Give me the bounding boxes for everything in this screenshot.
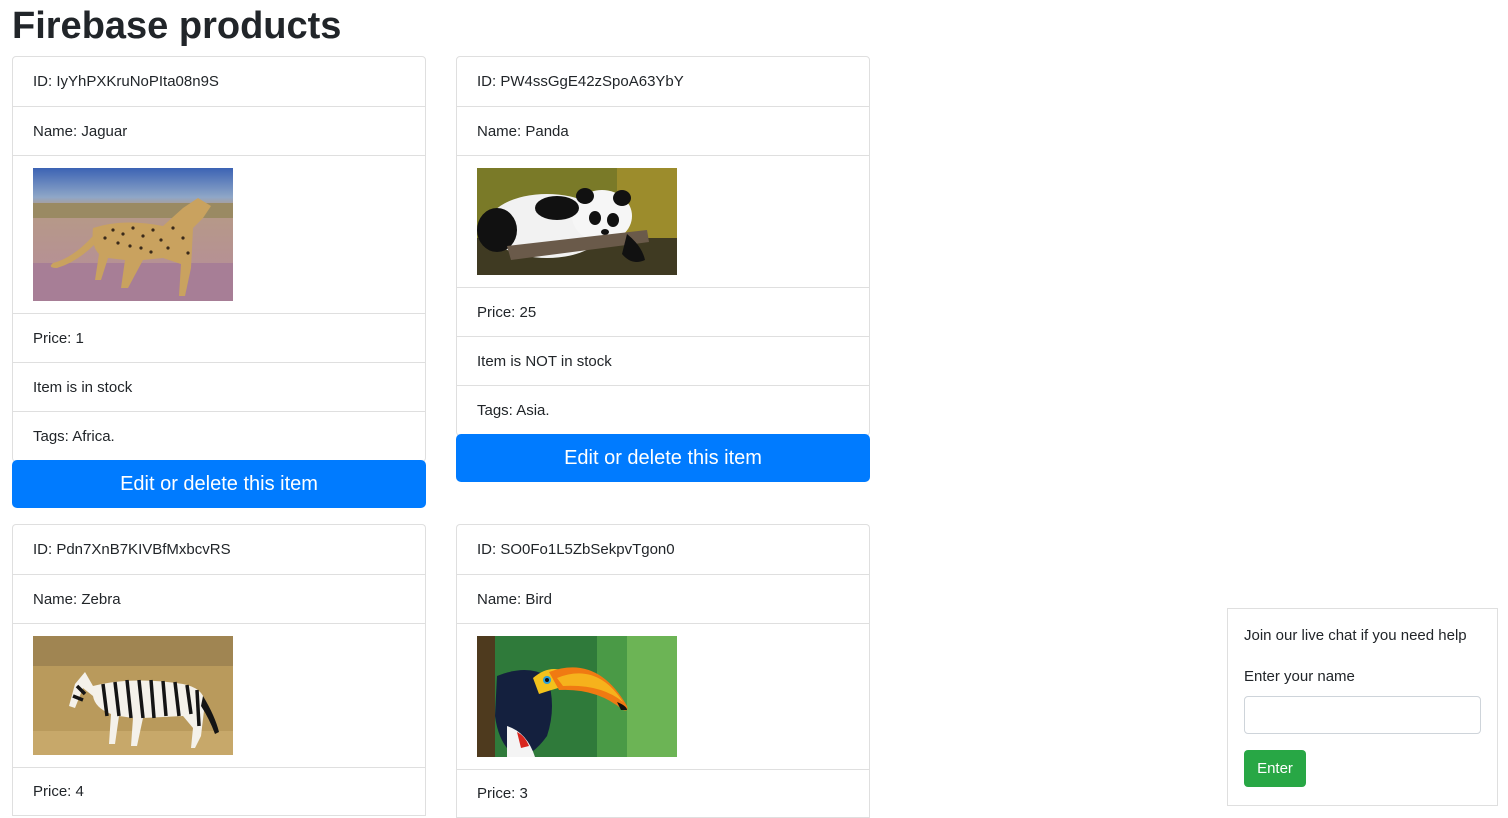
panda-photo	[477, 168, 677, 275]
product-price: Price: 25	[457, 287, 869, 336]
page-title: Firebase products	[12, 5, 342, 47]
product-id: ID: IyYhPXKruNoPIta08n9S	[33, 73, 219, 90]
product-stock-status: Item is NOT in stock	[457, 336, 869, 385]
product-name: Name: Zebra	[13, 574, 425, 623]
product-details-list: ID: SO0Fo1L5ZbSekpvTgon0 Name: Bird Pric…	[456, 524, 870, 818]
cheetah-photo	[33, 168, 233, 301]
product-card: ID: PW4ssGgE42zSpoA63YbY Name: Panda Pri…	[456, 56, 870, 482]
product-tags: Tags: Asia.	[457, 385, 869, 435]
product-price: Price: 1	[13, 313, 425, 362]
zebra-photo	[33, 636, 233, 755]
edit-or-delete-button[interactable]: Edit or delete this item	[456, 434, 870, 482]
name-field-label: Enter your name	[1244, 668, 1355, 685]
product-image-row	[13, 623, 425, 767]
product-details-list: ID: IyYhPXKruNoPIta08n9S Name: Jaguar Pr…	[12, 56, 426, 462]
live-chat-intro: Join our live chat if you need help	[1244, 627, 1467, 644]
product-image-row	[13, 155, 425, 313]
product-stock-status: Item is in stock	[13, 362, 425, 411]
product-tags: Tags: Africa.	[13, 411, 425, 461]
edit-or-delete-button[interactable]: Edit or delete this item	[12, 460, 426, 508]
toucan-photo	[477, 636, 677, 757]
product-card: ID: SO0Fo1L5ZbSekpvTgon0 Name: Bird Pric…	[456, 524, 870, 818]
product-card: ID: Pdn7XnB7KIVBfMxbcvRS Name: Zebra Pri…	[12, 524, 426, 816]
product-name: Name: Bird	[457, 574, 869, 623]
product-id: ID: PW4ssGgE42zSpoA63YbY	[477, 73, 684, 90]
name-field[interactable]	[1244, 696, 1481, 734]
product-id: ID: SO0Fo1L5ZbSekpvTgon0	[477, 541, 675, 558]
product-card: ID: IyYhPXKruNoPIta08n9S Name: Jaguar Pr…	[12, 56, 426, 508]
live-chat-panel: Join our live chat if you need help Ente…	[1227, 608, 1498, 806]
product-id: ID: Pdn7XnB7KIVBfMxbcvRS	[33, 541, 231, 558]
product-name: Name: Panda	[457, 106, 869, 155]
product-details-list: ID: PW4ssGgE42zSpoA63YbY Name: Panda Pri…	[456, 56, 870, 436]
product-image-row	[457, 155, 869, 287]
product-price: Price: 4	[13, 767, 425, 816]
product-price: Price: 3	[457, 769, 869, 818]
enter-chat-button[interactable]: Enter	[1244, 750, 1306, 787]
product-image-row	[457, 623, 869, 769]
product-name: Name: Jaguar	[13, 106, 425, 155]
product-details-list: ID: Pdn7XnB7KIVBfMxbcvRS Name: Zebra Pri…	[12, 524, 426, 816]
